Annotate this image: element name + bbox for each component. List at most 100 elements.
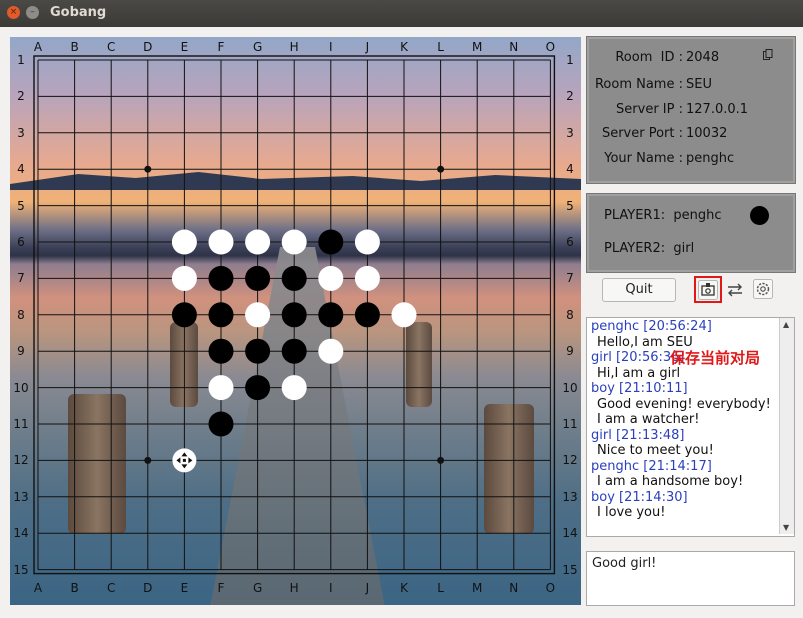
row-label-left: 2 xyxy=(17,89,25,104)
game-board[interactable]: AABBCCDDEEFFGGHHIIJJKKLLMMNNOO1122334455… xyxy=(10,37,581,605)
black-stone xyxy=(171,302,197,328)
room-info-panel: Room ID : 2048 Room Name : SEU Server IP… xyxy=(586,36,796,184)
close-icon[interactable]: × xyxy=(7,6,20,19)
column-label-bottom: E xyxy=(180,581,189,595)
column-label-top: M xyxy=(472,40,483,54)
column-label-top: J xyxy=(365,40,370,54)
players-panel: PLAYER1: penghc PLAYER2: girl xyxy=(586,193,796,273)
room-id-value: 2048 xyxy=(686,50,720,65)
column-label-top: D xyxy=(143,40,153,54)
chat-message-header: girl [21:13:48] xyxy=(591,427,685,443)
white-stone xyxy=(281,229,307,255)
row-label-right: 8 xyxy=(566,307,574,322)
column-label-bottom: D xyxy=(143,581,153,595)
star-point xyxy=(144,456,152,464)
black-stone xyxy=(245,265,271,291)
row-label-right: 14 xyxy=(562,526,578,541)
row-label-right: 4 xyxy=(566,162,574,177)
white-stone xyxy=(391,302,417,328)
column-label-bottom: F xyxy=(217,581,225,595)
player2-row: PLAYER2: girl xyxy=(604,239,694,259)
room-name-label: Room Name : xyxy=(594,77,683,92)
column-label-top: C xyxy=(106,40,116,54)
column-label-top: K xyxy=(400,40,408,54)
row-label-left: 10 xyxy=(13,380,29,395)
star-point xyxy=(144,165,152,173)
server-port-value: 10032 xyxy=(686,126,728,141)
row-label-left: 5 xyxy=(17,198,25,213)
swap-icon[interactable] xyxy=(725,280,745,300)
black-stone xyxy=(318,302,344,328)
chat-message-header: boy [21:10:11] xyxy=(591,381,688,396)
row-label-right: 10 xyxy=(562,380,578,395)
room-name-row: Room Name : SEU xyxy=(587,75,795,95)
black-stone xyxy=(208,338,234,364)
row-label-left: 8 xyxy=(17,307,25,322)
white-stone xyxy=(245,302,271,328)
row-label-right: 7 xyxy=(566,271,574,286)
chat-message: boy [21:14:30] I love you! xyxy=(587,490,771,521)
row-label-left: 3 xyxy=(17,125,25,140)
minimize-icon[interactable]: – xyxy=(26,6,39,19)
row-label-left: 4 xyxy=(17,162,25,177)
white-stone xyxy=(354,229,380,255)
white-stone xyxy=(208,229,234,255)
column-label-top: H xyxy=(289,40,299,54)
column-label-bottom: I xyxy=(329,581,333,595)
black-stone xyxy=(208,265,234,291)
chat-message-body: I am a handsome boy! xyxy=(597,474,744,489)
white-stone xyxy=(318,338,344,364)
server-port-label: Server Port : xyxy=(601,126,683,141)
column-label-top: B xyxy=(70,40,79,54)
row-label-right: 9 xyxy=(566,344,574,359)
column-label-bottom: C xyxy=(106,581,116,595)
window-title: Gobang xyxy=(50,5,107,20)
row-label-right: 5 xyxy=(566,198,574,213)
your-name-row: Your Name : penghc xyxy=(587,149,795,169)
copy-icon[interactable] xyxy=(763,49,773,60)
scroll-down-icon[interactable]: ▼ xyxy=(783,523,789,532)
row-label-right: 11 xyxy=(562,417,578,431)
star-point xyxy=(437,456,445,464)
row-label-left: 6 xyxy=(17,235,25,249)
scroll-up-icon[interactable]: ▲ xyxy=(783,320,789,329)
column-label-bottom: N xyxy=(509,581,519,595)
server-ip-value: 127.0.0.1 xyxy=(686,102,749,117)
white-stone xyxy=(354,265,380,291)
player1-name: penghc xyxy=(673,208,722,223)
player2-label: PLAYER2: xyxy=(604,241,666,256)
chat-input[interactable]: Good girl! xyxy=(586,551,795,606)
player1-row: PLAYER1: penghc xyxy=(604,206,722,226)
row-label-right: 1 xyxy=(566,53,574,67)
black-stone xyxy=(245,338,271,364)
player1-label: PLAYER1: xyxy=(604,208,666,223)
row-label-left: 1 xyxy=(17,53,25,67)
row-label-right: 3 xyxy=(566,125,574,140)
your-name-label: Your Name : xyxy=(604,151,683,166)
chat-message-body: Good evening! everybody! I am a watcher! xyxy=(597,396,771,428)
server-port-row: Server Port : 10032 xyxy=(587,124,795,144)
player2-name: girl xyxy=(673,241,695,256)
white-stone xyxy=(318,265,344,291)
board-grid xyxy=(33,55,556,575)
chat-scrollbar[interactable]: ▲ ▼ xyxy=(779,318,794,534)
highlight-box xyxy=(694,276,722,303)
chat-message: penghc [21:14:17] I am a handsome boy! xyxy=(587,459,771,490)
white-stone xyxy=(171,265,197,291)
column-label-top: N xyxy=(509,40,519,54)
settings-gear-icon[interactable] xyxy=(753,279,773,299)
column-label-bottom: O xyxy=(545,581,556,595)
column-label-top: A xyxy=(33,40,43,54)
white-stone xyxy=(208,375,234,401)
chat-message: boy [21:10:11] Good evening! everybody! … xyxy=(587,381,771,428)
row-label-right: 13 xyxy=(562,489,578,504)
row-label-left: 7 xyxy=(17,271,25,286)
chat-message-body: Nice to meet you! xyxy=(597,443,714,458)
chat-message: penghc [20:56:24] Hello,I am SEU xyxy=(587,319,771,350)
room-name-value: SEU xyxy=(686,77,712,92)
black-stone xyxy=(281,338,307,364)
column-label-top: O xyxy=(545,40,556,54)
black-stone xyxy=(208,302,234,328)
quit-button[interactable]: Quit xyxy=(602,278,676,302)
your-name-value: penghc xyxy=(686,151,735,166)
